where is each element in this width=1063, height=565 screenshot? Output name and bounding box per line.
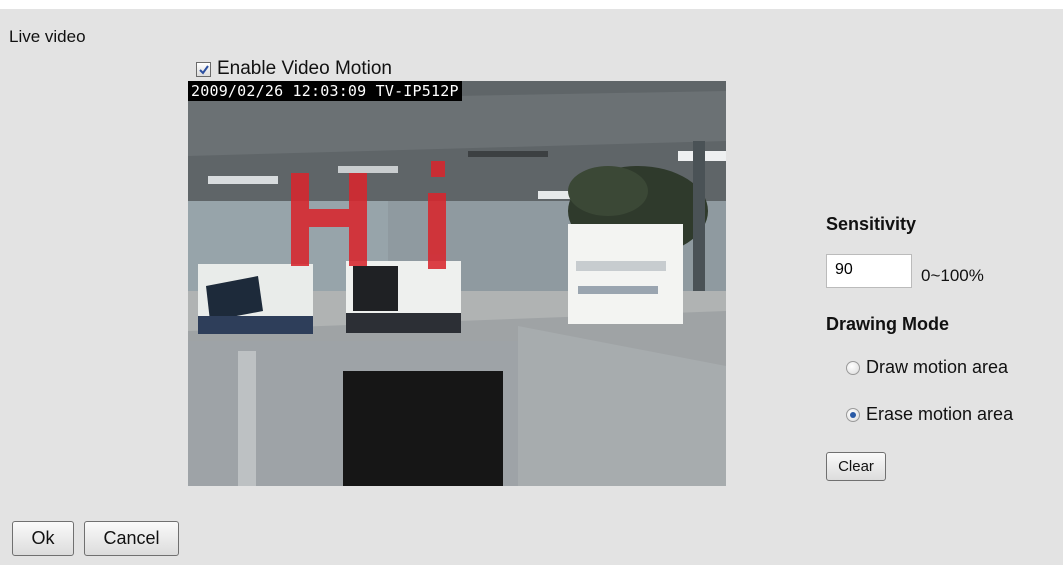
sensitivity-label: Sensitivity [826,214,917,234]
sensitivity-input[interactable]: 90 [826,254,912,288]
enable-video-motion-checkbox[interactable] [196,61,211,77]
clear-button[interactable]: Clear [826,452,886,481]
cancel-button[interactable]: Cancel [84,521,179,556]
mode-erase-option[interactable]: Erase motion area [846,404,1013,425]
live-video-view[interactable]: 2009/02/26 12:03:09 TV-IP512P [188,81,726,486]
mode-draw-option[interactable]: Draw motion area [846,357,1008,378]
checkmark-icon [199,64,209,75]
camera-frame [188,81,726,486]
drawing-mode-label: Drawing Mode [826,314,950,334]
draw-mode-label: Draw motion area [866,357,1009,377]
enable-video-motion-row[interactable]: Enable Video Motion [196,58,392,80]
ok-button[interactable]: Ok [12,521,74,556]
draw-mode-radio[interactable] [846,360,860,375]
erase-mode-radio[interactable] [846,407,860,422]
enable-video-motion-label: Enable Video Motion [217,58,392,79]
video-osd-timestamp: 2009/02/26 12:03:09 TV-IP512P [188,81,462,101]
section-title: Live video [9,27,86,46]
sensitivity-range: 0~100% [921,266,984,285]
erase-mode-label: Erase motion area [866,404,1014,424]
